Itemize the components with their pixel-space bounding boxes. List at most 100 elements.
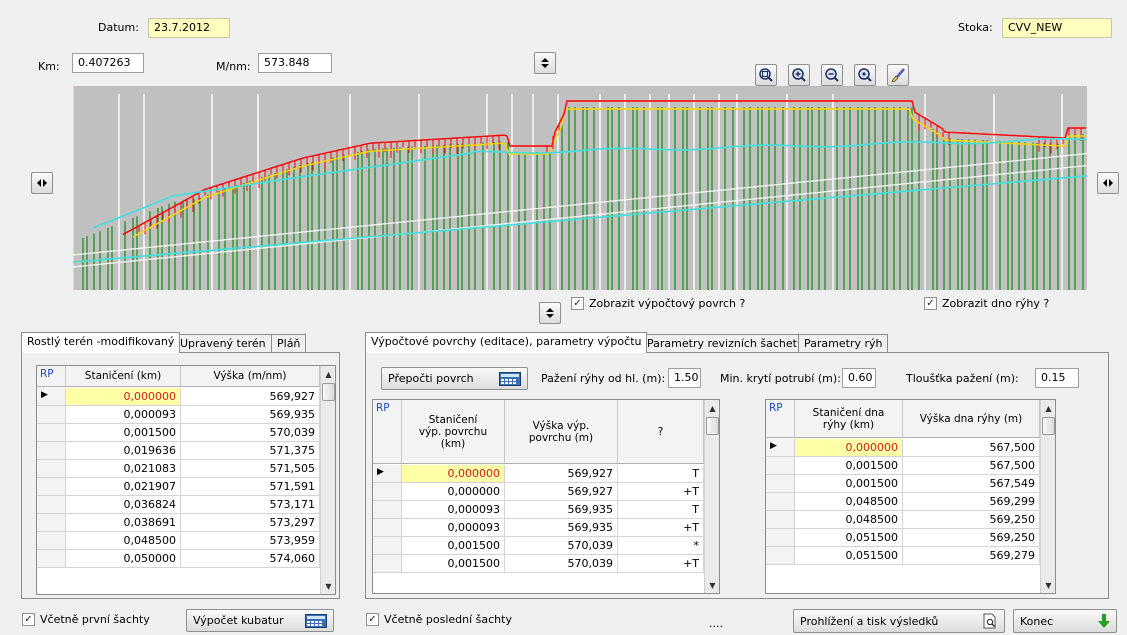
checkbox-checked-icon[interactable]: ✓ — [22, 613, 35, 626]
row-indicator[interactable] — [766, 475, 795, 492]
mnm-field[interactable]: 573.848 — [258, 53, 332, 73]
table-cell[interactable]: 571,591 — [181, 478, 320, 495]
table-row[interactable]: 0,021083 571,505 — [37, 460, 320, 478]
row-indicator[interactable] — [373, 483, 402, 500]
table-cell[interactable]: 0,000093 — [402, 501, 505, 518]
zoom-area-button[interactable] — [854, 64, 876, 86]
table-cell[interactable]: +T — [618, 519, 704, 536]
table-cell[interactable]: 569,250 — [903, 529, 1040, 546]
table-row[interactable]: 0,048500 569,299 — [766, 493, 1040, 511]
scroll-down-arrow-icon[interactable]: ▼ — [321, 578, 335, 594]
table-row[interactable]: 0,001500 567,500 — [766, 457, 1040, 475]
row-indicator[interactable] — [766, 493, 795, 510]
table-cell[interactable]: 569,250 — [903, 511, 1040, 528]
table-cell[interactable]: 0,050000 — [66, 550, 181, 567]
row-indicator[interactable] — [766, 529, 795, 546]
vertical-scrollbar[interactable]: ▲ ▼ — [1040, 400, 1055, 593]
table-cell[interactable]: 0,001500 — [402, 537, 505, 554]
table-cell[interactable]: 574,060 — [181, 550, 320, 567]
table-cell[interactable]: 570,039 — [505, 555, 618, 572]
row-indicator[interactable] — [37, 478, 66, 495]
table-row[interactable]: 0,048500 569,250 — [766, 511, 1040, 529]
table-cell[interactable]: 0,036824 — [66, 496, 181, 513]
scroll-thumb[interactable] — [706, 417, 719, 435]
table-row[interactable]: ▶ 0,000000 569,927 — [37, 388, 320, 406]
table-cell[interactable]: 0,000000 — [66, 388, 181, 405]
row-indicator[interactable] — [373, 501, 402, 518]
table-cell[interactable]: 569,299 — [903, 493, 1040, 510]
table-cell[interactable]: 573,171 — [181, 496, 320, 513]
table-cell[interactable]: T — [618, 465, 704, 482]
table-row[interactable]: ▶ 0,000000 569,927 T — [373, 465, 704, 483]
table-row[interactable]: 0,001500 570,039 +T — [373, 555, 704, 573]
datum-field[interactable]: 23.7.2012 — [148, 18, 230, 38]
table-cell[interactable]: 569,279 — [903, 547, 1040, 564]
scroll-up-arrow-icon[interactable]: ▲ — [705, 400, 719, 416]
terrain-grid[interactable]: RP Staničení (km) Výška (m/nm) ▶ 0,000000… — [36, 365, 336, 595]
km-field[interactable]: 0.407263 — [72, 53, 144, 73]
last-shaft-checkbox[interactable]: ✓ Včetně poslední šachty — [366, 613, 512, 626]
table-cell[interactable]: 569,935 — [505, 501, 618, 518]
table-cell[interactable]: 573,297 — [181, 514, 320, 531]
show-trench-checkbox[interactable]: ✓ Zobrazit dno rýhy ? — [924, 297, 1049, 310]
table-row[interactable]: 0,019636 571,375 — [37, 442, 320, 460]
pazeni-field[interactable]: 1.50 — [668, 368, 701, 388]
table-cell[interactable]: * — [618, 537, 704, 554]
show-surface-checkbox[interactable]: ✓ Zobrazit výpočtový povrch ? — [571, 297, 745, 310]
table-cell[interactable]: 569,935 — [505, 519, 618, 536]
table-cell[interactable]: 569,935 — [181, 406, 320, 423]
table-row[interactable]: ▶ 0,000000 567,500 — [766, 439, 1040, 457]
paint-button[interactable] — [887, 64, 909, 86]
table-row[interactable]: 0,001500 570,039 * — [373, 537, 704, 555]
row-indicator[interactable] — [373, 537, 402, 554]
col-flag[interactable]: ? — [618, 400, 704, 463]
table-cell[interactable]: 0,001500 — [66, 424, 181, 441]
table-cell[interactable]: 567,500 — [903, 439, 1040, 456]
row-indicator[interactable] — [37, 550, 66, 567]
scroll-up-arrow-icon[interactable]: ▲ — [1041, 400, 1055, 416]
row-indicator[interactable] — [37, 514, 66, 531]
recalc-surface-button[interactable]: Přepočti povrch — [381, 367, 528, 390]
row-indicator[interactable] — [766, 547, 795, 564]
table-row[interactable]: 0,038691 573,297 — [37, 514, 320, 532]
tab-rostly-teren[interactable]: Rostlý terén -modifikovaný — [21, 332, 181, 353]
col-vyska-dna[interactable]: Výška dna rýhy (m) — [903, 400, 1040, 437]
row-indicator[interactable] — [766, 511, 795, 528]
row-indicator[interactable]: ▶ — [766, 439, 795, 456]
vertical-scrollbar[interactable]: ▲ ▼ — [704, 400, 719, 593]
checkbox-checked-icon[interactable]: ✓ — [571, 297, 584, 310]
scroll-down-arrow-icon[interactable]: ▼ — [705, 577, 719, 593]
table-cell[interactable]: 0,021907 — [66, 478, 181, 495]
table-cell[interactable]: 0,000093 — [402, 519, 505, 536]
first-shaft-checkbox[interactable]: ✓ Včetně první šachty — [22, 613, 150, 626]
table-cell[interactable]: 0,038691 — [66, 514, 181, 531]
longitudinal-profile[interactable] — [73, 86, 1087, 290]
tab-plan[interactable]: Pláň — [271, 334, 307, 353]
table-row[interactable]: 0,001500 567,549 — [766, 475, 1040, 493]
table-cell[interactable]: +T — [618, 555, 704, 572]
table-cell[interactable]: 0,001500 — [402, 555, 505, 572]
table-cell[interactable]: T — [618, 501, 704, 518]
table-cell[interactable]: 570,039 — [181, 424, 320, 441]
table-row[interactable]: 0,000093 569,935 T — [373, 501, 704, 519]
trench-grid[interactable]: RP Staničení dna rýhy (km) Výška dna rýh… — [765, 399, 1056, 594]
tab-parametry-ryh[interactable]: Parametry rýh — [798, 334, 889, 353]
scroll-up-button[interactable] — [534, 52, 556, 74]
checkbox-checked-icon[interactable]: ✓ — [924, 297, 937, 310]
table-cell[interactable]: 0,001500 — [795, 475, 903, 492]
row-indicator[interactable]: ▶ — [37, 388, 66, 405]
tab-vypoctove-povrchy[interactable]: Výpočtové povrchy (editace), parametry v… — [365, 332, 648, 353]
kryti-field[interactable]: 0.60 — [842, 368, 876, 388]
table-cell[interactable]: 569,927 — [181, 388, 320, 405]
table-row[interactable]: 0,000093 569,935 +T — [373, 519, 704, 537]
table-cell[interactable]: +T — [618, 483, 704, 500]
table-row[interactable]: 0,021907 571,591 — [37, 478, 320, 496]
row-indicator[interactable] — [37, 424, 66, 441]
table-cell[interactable]: 0,000093 — [66, 406, 181, 423]
tab-parametry-sachet[interactable]: Parametry revizních šachet — [641, 334, 803, 353]
col-staniceni-dna[interactable]: Staničení dna rýhy (km) — [795, 400, 903, 437]
print-results-button[interactable]: Prohlížení a tisk výsledků — [793, 609, 1005, 633]
table-cell[interactable]: 0,051500 — [795, 529, 903, 546]
exit-button[interactable]: Konec — [1013, 609, 1117, 633]
row-indicator[interactable] — [766, 457, 795, 474]
